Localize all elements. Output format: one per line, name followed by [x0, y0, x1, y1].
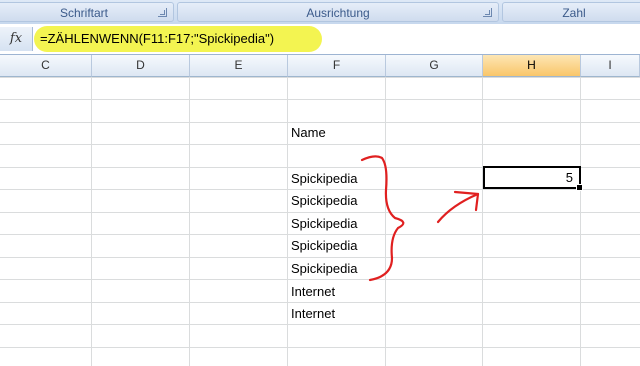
column-header-e[interactable]: E: [190, 55, 288, 77]
fill-handle[interactable]: [576, 184, 583, 191]
ribbon-group-number-label: Zahl: [562, 6, 586, 20]
column-header-h[interactable]: H: [483, 55, 581, 77]
column-header-i[interactable]: I: [581, 55, 640, 77]
ribbon-group-font-label: Schriftart: [59, 6, 108, 20]
ribbon-group-alignment-label: Ausrichtung: [306, 6, 370, 20]
ribbon-group-number[interactable]: Zahl: [502, 2, 640, 22]
column-header-f[interactable]: F: [288, 55, 386, 77]
ribbon-group-font[interactable]: Schriftart: [0, 2, 174, 22]
formula-input[interactable]: =ZÄHLENWENN(F11:F17;"Spickipedia"): [40, 24, 274, 54]
cell-f-header[interactable]: Name: [291, 122, 326, 144]
active-cell-h-result[interactable]: 5: [483, 166, 583, 191]
column-header-c[interactable]: C: [0, 55, 92, 77]
cell-f-value[interactable]: Spickipedia: [291, 258, 358, 280]
cell-f-value[interactable]: Spickipedia: [291, 213, 358, 235]
fx-icon[interactable]: fx: [0, 27, 33, 51]
cell-f-value[interactable]: Spickipedia: [291, 235, 358, 257]
cell-f-value[interactable]: Internet: [291, 281, 335, 303]
cell-f-value[interactable]: Spickipedia: [291, 168, 358, 190]
dialog-launcher-icon[interactable]: [158, 8, 167, 17]
formula-bar: fx =ZÄHLENWENN(F11:F17;"Spickipedia"): [0, 24, 640, 55]
ribbon-group-alignment[interactable]: Ausrichtung: [177, 2, 499, 22]
cell-f-value[interactable]: Internet: [291, 303, 335, 325]
column-header-d[interactable]: D: [92, 55, 190, 77]
column-header-g[interactable]: G: [386, 55, 483, 77]
result-value: 5: [565, 170, 573, 185]
dialog-launcher-icon[interactable]: [483, 8, 492, 17]
ribbon-group-bar: Schriftart Ausrichtung Zahl: [0, 0, 640, 25]
cell-f-value[interactable]: Spickipedia: [291, 190, 358, 212]
